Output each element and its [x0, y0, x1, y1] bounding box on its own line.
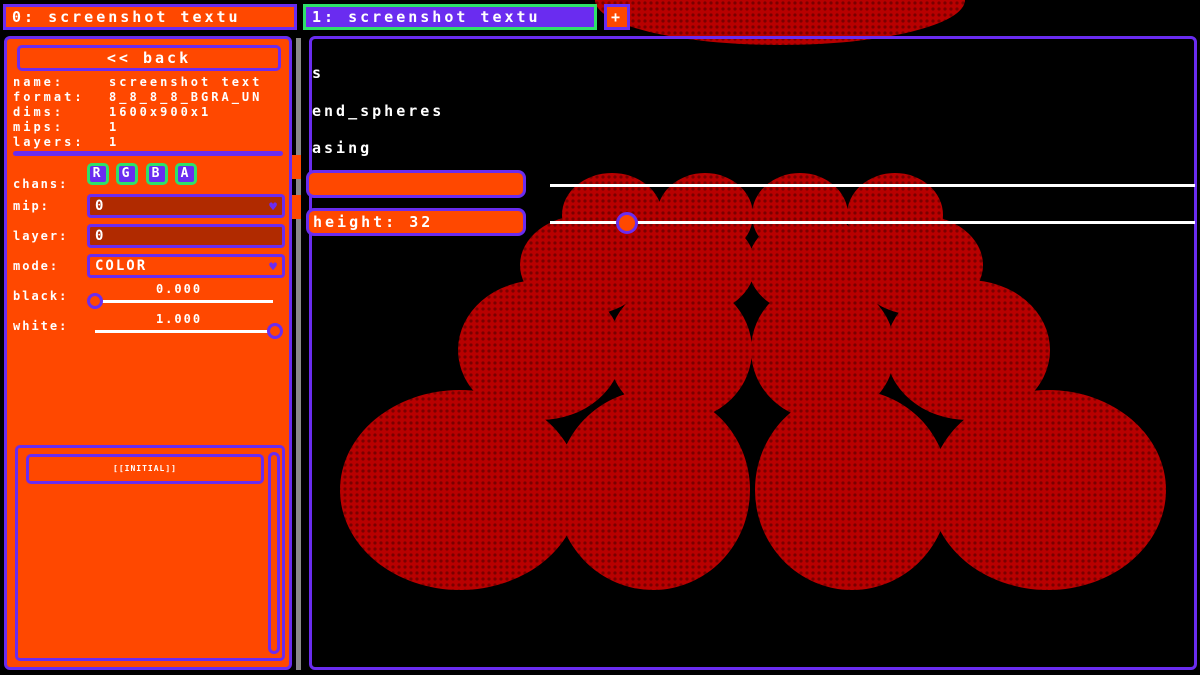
white-value: 1.000 — [155, 312, 203, 326]
viewport-height-slider-track[interactable] — [550, 221, 1195, 224]
mode-select[interactable]: COLOR ♥ — [87, 254, 285, 278]
white-slider-knob[interactable] — [267, 323, 283, 339]
channel-a-toggle[interactable]: A — [175, 163, 197, 185]
mode-value: COLOR — [95, 258, 148, 274]
mip-select[interactable]: 0 ♥ — [87, 194, 285, 218]
info-mips: mips: 1 — [13, 120, 285, 135]
layers-label: layers: — [13, 135, 85, 149]
channel-r-toggle[interactable]: R — [87, 163, 109, 185]
mip-label: mip: — [13, 199, 50, 213]
info-format: format: 8_8_8_8_BGRA_UN — [13, 90, 285, 105]
layer-value: 0 — [95, 228, 106, 244]
dropdown-arrow-icon: ♥ — [269, 200, 279, 215]
dropdown-arrow-icon: ♥ — [269, 260, 279, 275]
mode-label: mode: — [13, 259, 60, 273]
splitter-handle-top[interactable] — [291, 155, 301, 179]
viewport-label-1: s — [312, 64, 325, 82]
white-label: white: — [13, 319, 69, 333]
info-scrollbar[interactable] — [13, 151, 283, 156]
channel-b-toggle[interactable]: B — [146, 163, 168, 185]
panel-splitter[interactable] — [296, 38, 301, 670]
viewport-height-field[interactable]: height: 32 — [306, 208, 526, 236]
list-item-initial[interactable]: [[INITIAL]] — [26, 454, 264, 484]
name-value: screenshot text — [109, 75, 263, 89]
layer-label: layer: — [13, 229, 69, 243]
chans-label: chans: — [13, 177, 69, 191]
channel-g-toggle[interactable]: G — [116, 163, 138, 185]
white-slider-track[interactable] — [95, 330, 275, 333]
texture-info-panel: << back name: screenshot text format: 8_8_… — [4, 36, 292, 670]
splitter-handle-bottom[interactable] — [291, 195, 301, 219]
dims-value: 1600x900x1 — [109, 105, 212, 119]
mip-value: 0 — [95, 198, 106, 214]
viewport-label-3: asing — [312, 139, 373, 157]
viewport-label-2: end_spheres — [312, 102, 445, 120]
layer-input[interactable]: 0 — [87, 224, 285, 248]
tab-screenshot-1[interactable]: 1: screenshot textu — [303, 4, 597, 30]
dims-label: dims: — [13, 105, 65, 119]
black-label: black: — [13, 289, 69, 303]
back-button[interactable]: << back — [17, 45, 281, 71]
info-name: name: screenshot text — [13, 75, 285, 90]
viewport-field-1[interactable] — [306, 170, 526, 198]
viewport-slider-1-track[interactable] — [550, 184, 1195, 187]
name-label: name: — [13, 75, 65, 89]
list-scrollbar[interactable] — [268, 452, 280, 654]
black-value: 0.000 — [155, 282, 203, 296]
mips-value: 1 — [109, 120, 120, 134]
viewport-height-slider-knob[interactable] — [616, 212, 638, 234]
mips-label: mips: — [13, 120, 65, 134]
info-layers: layers: 1 — [13, 135, 285, 150]
layers-value: 1 — [109, 135, 120, 149]
format-label: format: — [13, 90, 85, 104]
add-tab-button[interactable]: + — [604, 4, 630, 30]
format-value: 8_8_8_8_BGRA_UN — [109, 90, 263, 104]
info-dims: dims: 1600x900x1 — [13, 105, 285, 120]
texture-viewport[interactable]: s end_spheres asing height: 32 — [306, 36, 1197, 670]
black-slider-track[interactable] — [93, 300, 273, 303]
tab-screenshot-0[interactable]: 0: screenshot textu — [3, 4, 297, 30]
black-slider-knob[interactable] — [87, 293, 103, 309]
snapshot-list: [[INITIAL]] — [15, 445, 285, 661]
